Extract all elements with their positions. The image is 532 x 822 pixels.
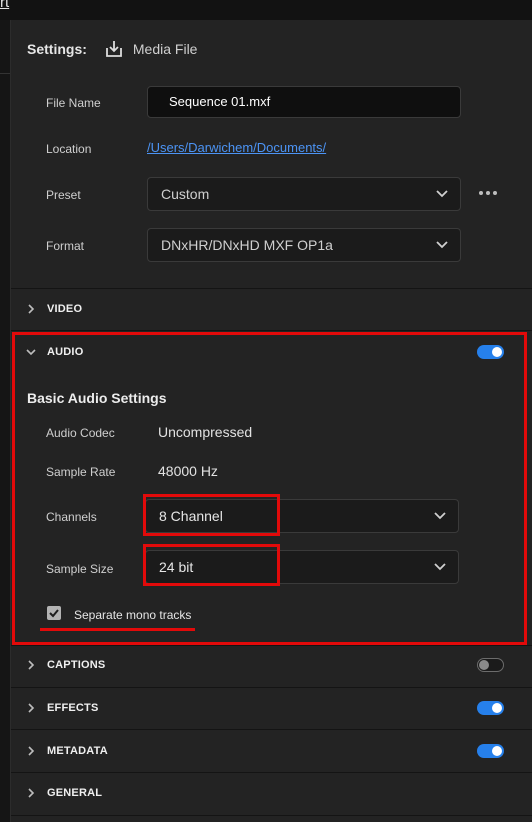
section-title: METADATA (47, 745, 108, 757)
left-panel-strip (0, 20, 11, 822)
more-options-icon[interactable] (477, 183, 499, 203)
audio-toggle[interactable] (477, 345, 504, 359)
captions-toggle[interactable] (477, 658, 504, 672)
section-title: AUDIO (47, 346, 84, 358)
section-general[interactable]: GENERAL (26, 783, 102, 803)
section-metadata[interactable]: METADATA (26, 741, 108, 761)
channels-label: Channels (46, 510, 97, 524)
divider (11, 288, 532, 289)
media-file-label: Media File (132, 41, 198, 57)
divider (11, 815, 532, 816)
preset-value: Custom (161, 186, 210, 202)
channels-value: 8 Channel (159, 508, 223, 524)
preset-label: Preset (46, 188, 81, 202)
audio-codec-value: Uncompressed (158, 424, 253, 440)
section-video[interactable]: VIDEO (26, 299, 82, 319)
metadata-toggle[interactable] (477, 744, 504, 758)
separate-mono-checkbox[interactable] (47, 606, 61, 620)
effects-toggle[interactable] (477, 701, 504, 715)
divider (11, 687, 532, 688)
separate-mono-label: Separate mono tracks (74, 608, 192, 622)
section-title: VIDEO (47, 303, 83, 315)
preset-select[interactable]: Custom (147, 177, 461, 211)
format-label: Format (46, 239, 85, 253)
format-select[interactable]: DNxHR/DNxHD MXF OP1a (147, 228, 461, 262)
divider (11, 330, 532, 331)
divider (11, 645, 532, 646)
top-bar: rt (0, 0, 532, 20)
channels-select[interactable]: 8 Channel (145, 499, 459, 533)
settings-header: Settings: Media File (27, 38, 197, 60)
section-title: EFFECTS (47, 702, 99, 714)
file-name-input[interactable]: Sequence 01.mxf (147, 86, 461, 118)
sample-size-value: 24 bit (159, 559, 194, 575)
section-audio[interactable]: AUDIO (26, 342, 83, 362)
chevron-down-icon (436, 241, 448, 249)
chevron-right-icon (28, 746, 35, 756)
chevron-down-icon (436, 190, 448, 198)
file-name-label: File Name (46, 96, 101, 110)
chevron-right-icon (28, 660, 35, 670)
window-title-fragment: rt (0, 0, 10, 11)
section-title: GENERAL (47, 787, 103, 799)
chevron-down-icon (434, 563, 446, 571)
section-captions[interactable]: CAPTIONS (26, 655, 105, 675)
chevron-down-icon (26, 349, 36, 356)
section-effects[interactable]: EFFECTS (26, 698, 99, 718)
sample-size-label: Sample Size (46, 562, 114, 576)
sample-size-select[interactable]: 24 bit (145, 550, 459, 584)
chevron-down-icon (434, 512, 446, 520)
divider (11, 772, 532, 773)
sample-rate-label: Sample Rate (46, 465, 116, 479)
checkmark-icon (49, 609, 59, 618)
sample-rate-value: 48000 Hz (158, 463, 218, 479)
section-title: CAPTIONS (47, 659, 106, 671)
settings-label: Settings: (27, 41, 87, 57)
location-link[interactable]: /Users/Darwichem/Documents/ (147, 140, 326, 155)
format-value: DNxHR/DNxHD MXF OP1a (161, 237, 333, 253)
location-label: Location (46, 142, 92, 156)
basic-audio-settings-heading: Basic Audio Settings (27, 390, 167, 406)
export-icon[interactable] (104, 39, 124, 59)
divider (11, 729, 532, 730)
chevron-right-icon (28, 304, 35, 314)
audio-codec-label: Audio Codec (46, 426, 115, 440)
mono-highlight-underline (40, 628, 195, 631)
chevron-right-icon (28, 703, 35, 713)
chevron-right-icon (28, 788, 35, 798)
